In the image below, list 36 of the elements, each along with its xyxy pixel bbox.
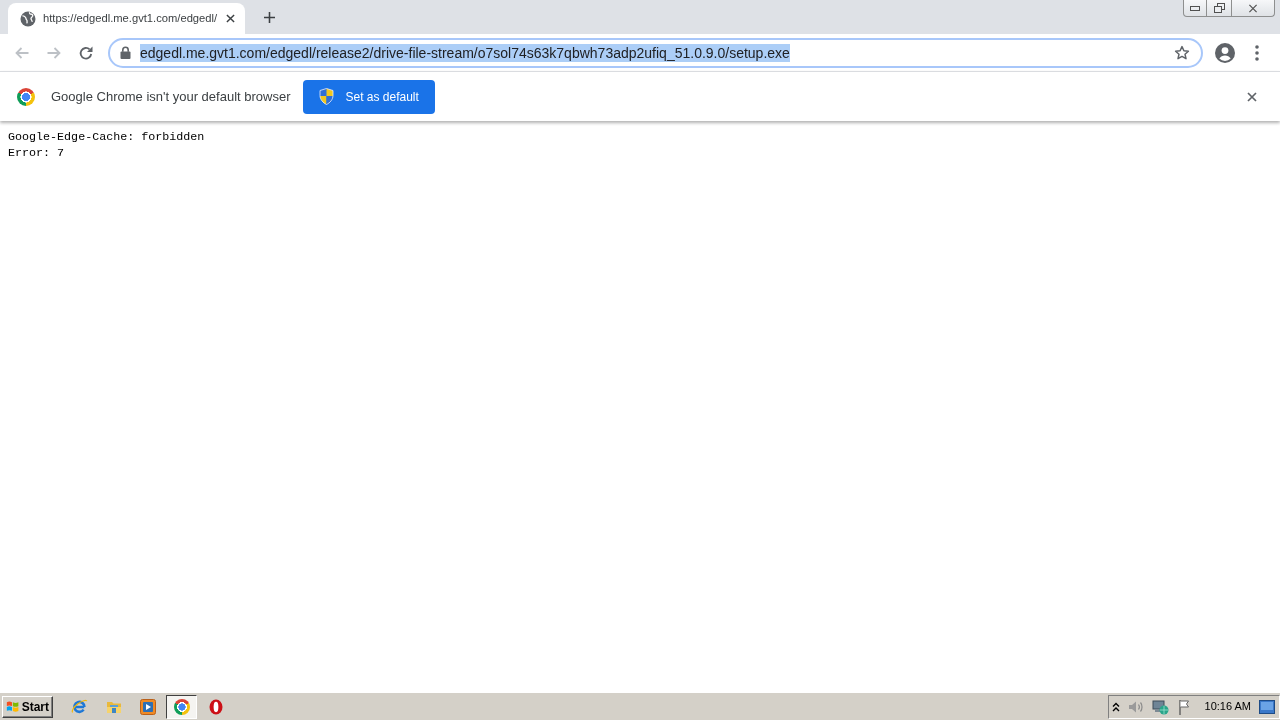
restore-icon	[1213, 3, 1225, 13]
flag-icon	[1177, 698, 1192, 715]
menu-icon	[1255, 44, 1259, 61]
network-icon	[1151, 698, 1170, 715]
browser-tab[interactable]: https://edgedl.me.gvt1.com/edgedl/	[8, 3, 245, 34]
globe-icon	[20, 10, 36, 27]
close-icon	[1247, 91, 1257, 102]
lock-icon	[120, 46, 131, 59]
chrome-logo-icon	[173, 698, 190, 715]
minimize-icon	[1190, 5, 1200, 11]
close-icon	[225, 14, 235, 23]
response-text: Google-Edge-Cache: forbidden	[8, 129, 206, 145]
shield-icon	[319, 88, 335, 105]
close-icon	[1248, 3, 1258, 13]
minimize-button[interactable]	[1183, 0, 1207, 17]
address-bar[interactable]: edgedl.me.gvt1.com/edgedl/release2/drive-file-stream/o7sol74s63k7qbwh73adp2ufiq_51.0.9.0/setup.exe	[108, 37, 1203, 68]
desktop-icon	[1259, 699, 1275, 714]
star-icon	[1174, 44, 1190, 61]
play-icon	[139, 698, 156, 715]
windows-flag-icon	[6, 699, 20, 714]
set-default-button[interactable]: Set as default	[303, 79, 435, 114]
clock-text: 10:16 AM	[1204, 699, 1251, 715]
infobar-message: Google Chrome isn't your default browser	[51, 87, 291, 106]
chevron-up-icon	[1111, 701, 1120, 712]
start-button[interactable]: Start	[2, 695, 53, 718]
restore-button[interactable]	[1207, 0, 1232, 17]
url-text: edgedl.me.gvt1.com/edgedl/release2/drive-file-stream/o7sol74s63k7qbwh73adp2ufiq_51.0.9.0/setup.exe	[140, 43, 790, 62]
person-icon	[1215, 42, 1235, 63]
oval-ring-icon	[208, 698, 223, 715]
response-text: Error: 7	[8, 145, 66, 161]
reload-icon	[78, 44, 94, 61]
e-ring-icon	[71, 698, 88, 715]
chrome-logo-icon	[17, 87, 35, 106]
taskbar-app-button[interactable]	[166, 694, 197, 719]
close-window-button[interactable]	[1232, 0, 1275, 17]
plus-icon	[263, 11, 275, 23]
